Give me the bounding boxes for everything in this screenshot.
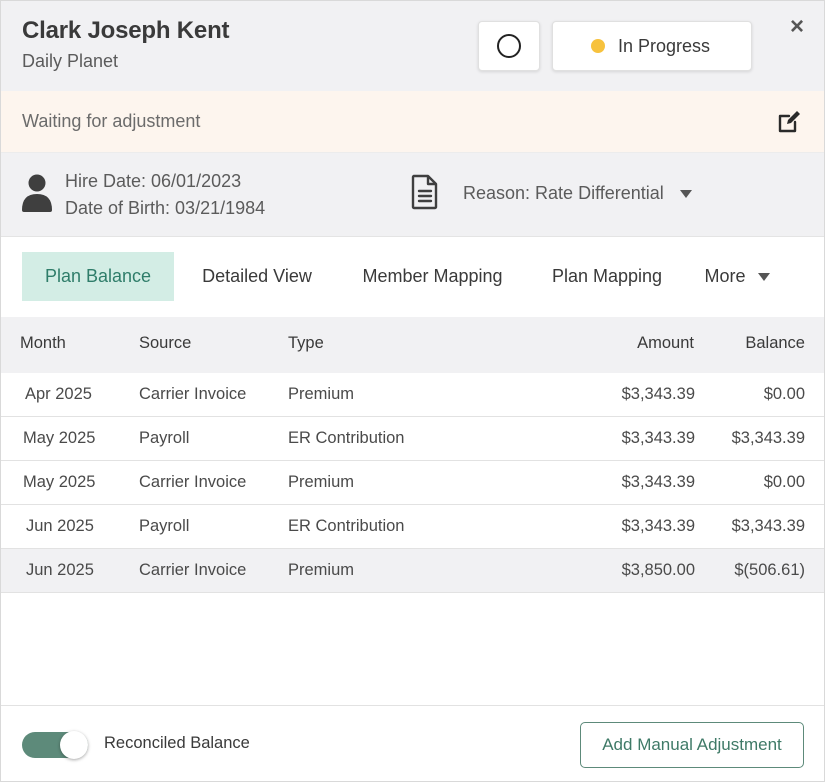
reconciliation-panel: Clark Joseph Kent Daily Planet In Progre… xyxy=(0,0,825,782)
cell-month: Jun 2025 xyxy=(26,517,94,535)
cell-balance: $(506.61) xyxy=(734,561,805,579)
cell-source: Carrier Invoice xyxy=(139,561,247,579)
cell-amount: $3,343.39 xyxy=(621,517,695,535)
document-icon xyxy=(411,174,438,210)
person-icon xyxy=(22,174,52,212)
cell-balance: $3,343.39 xyxy=(731,517,805,535)
edit-icon[interactable] xyxy=(776,109,802,135)
add-manual-adjustment-button[interactable]: Add Manual Adjustment xyxy=(580,722,804,768)
chevron-down-icon xyxy=(679,189,692,198)
status-dot-icon xyxy=(591,39,605,53)
cell-amount: $3,343.39 xyxy=(621,473,695,491)
cell-type: ER Contribution xyxy=(288,517,405,535)
status-button[interactable]: In Progress xyxy=(552,21,752,71)
cell-type: Premium xyxy=(288,473,355,491)
cell-balance: $0.00 xyxy=(763,473,805,491)
reason-dropdown[interactable]: Reason: Rate Differential xyxy=(463,183,692,204)
cell-source: Payroll xyxy=(139,429,190,447)
chevron-down-icon xyxy=(757,272,770,281)
company-name: Daily Planet xyxy=(22,51,119,71)
table-header xyxy=(1,317,824,373)
cell-month: Apr 2025 xyxy=(25,385,92,403)
reconciled-balance-toggle[interactable] xyxy=(22,731,88,759)
cell-type: Premium xyxy=(288,561,355,579)
footer-divider xyxy=(1,705,824,706)
cell-source: Carrier Invoice xyxy=(139,473,247,491)
cell-month: May 2025 xyxy=(23,473,96,491)
tab-plan-mapping[interactable]: Plan Mapping xyxy=(535,252,679,301)
tab-detailed-view[interactable]: Detailed View xyxy=(184,252,330,301)
tab-more-label: More xyxy=(704,266,746,286)
status-label: In Progress xyxy=(618,35,711,56)
note-text: Waiting for adjustment xyxy=(22,111,201,131)
column-header-type[interactable]: Type xyxy=(288,334,324,353)
cell-amount: $3,850.00 xyxy=(621,561,695,579)
column-header-source[interactable]: Source xyxy=(139,334,191,353)
date-of-birth: Date of Birth: 03/21/1984 xyxy=(65,198,266,218)
cell-balance: $0.00 xyxy=(763,385,805,403)
member-name: Clark Joseph Kent xyxy=(22,17,230,44)
tab-more[interactable]: More xyxy=(691,252,783,301)
toggle-knob xyxy=(60,731,88,759)
cell-balance: $3,343.39 xyxy=(731,429,805,447)
tab-plan-balance[interactable]: Plan Balance xyxy=(22,252,174,301)
hire-date: Hire Date: 06/01/2023 xyxy=(65,171,242,191)
toggle-label: Reconciled Balance xyxy=(104,734,250,752)
column-header-month[interactable]: Month xyxy=(20,334,66,353)
cell-source: Payroll xyxy=(139,517,190,535)
cell-source: Carrier Invoice xyxy=(139,385,247,403)
close-icon[interactable]: × xyxy=(785,13,809,41)
circle-icon xyxy=(497,34,521,58)
cell-amount: $3,343.39 xyxy=(621,385,695,403)
cell-amount: $3,343.39 xyxy=(621,429,695,447)
reason-label: Reason: Rate Differential xyxy=(463,183,664,203)
cell-month: Jun 2025 xyxy=(26,561,94,579)
note-bar: Waiting for adjustment xyxy=(1,91,824,153)
cell-month: May 2025 xyxy=(23,429,96,447)
column-header-balance[interactable]: Balance xyxy=(705,334,805,353)
tab-member-mapping[interactable]: Member Mapping xyxy=(341,252,524,301)
cell-type: Premium xyxy=(288,385,355,403)
status-circle-button[interactable] xyxy=(478,21,540,71)
cell-type: ER Contribution xyxy=(288,429,405,447)
column-header-amount[interactable]: Amount xyxy=(594,334,694,353)
